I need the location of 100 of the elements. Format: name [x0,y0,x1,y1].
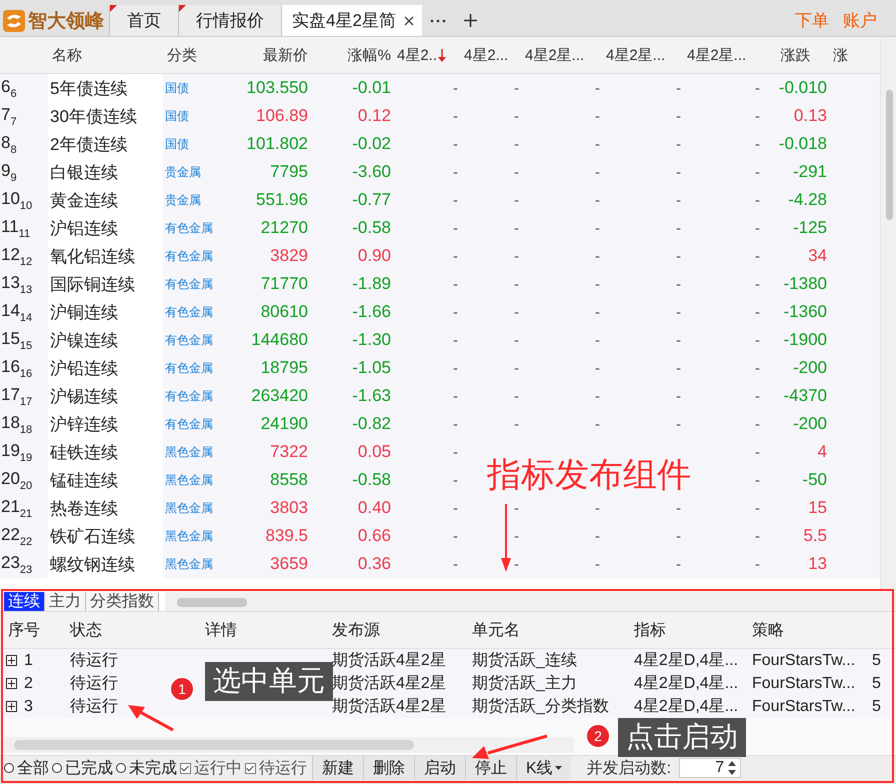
column-header[interactable]: 状态 [70,620,205,640]
checkbox[interactable] [245,762,256,774]
column-header[interactable]: 4星2星... [525,46,584,64]
table-cell: 5 [872,674,881,692]
column-header[interactable]: 详情 [205,620,332,640]
table-cell-text: 黑色金属 [164,444,214,460]
table-cell-text: - [594,80,601,96]
expand-icon[interactable] [6,678,17,689]
table-cell-text: 263420 [250,386,309,406]
toolbar-button[interactable]: 新建 [312,756,363,780]
column-header[interactable]: 涨 [833,46,848,64]
sub-tab[interactable]: 主力 [45,592,86,611]
toolbar-button[interactable]: 启动 [414,756,465,780]
table-cell-text: - [754,220,761,236]
column-header[interactable]: 涨幅% [348,46,391,64]
caret-icon [554,766,562,770]
table-cell: 氧化铝连续 [48,242,163,270]
plus-icon[interactable] [464,14,477,27]
table-cell-text: -200 [792,414,828,434]
table-cell-text: - [452,108,459,124]
table-cell-text: - [513,192,520,208]
column-header[interactable]: 发布源 [332,620,472,640]
table-cell-text: 3829 [269,246,309,266]
table-cell-text: 18795 [260,358,309,378]
filter-option[interactable]: 未完成 [116,758,177,778]
radio-button[interactable] [116,763,126,773]
table-cell-text: - [675,220,682,236]
table-cell-text: -125 [792,218,828,238]
callout-label: 选中单元 [205,662,333,701]
filter-option[interactable]: 运行中 [180,758,242,778]
table-cell-text: - [452,388,459,404]
vertical-scrollbar[interactable] [880,37,896,590]
table-cell-text: - [675,108,682,124]
number-spinner[interactable]: 7 [679,758,742,778]
table-cell: 3 [24,698,33,716]
sub-tab[interactable]: 连续 [4,592,45,611]
table-cell-text: 3803 [269,498,309,518]
filter-option[interactable]: 待运行 [245,758,307,778]
toolbar-button[interactable]: 停止 [465,756,516,780]
column-header[interactable]: 4星2.. [397,46,438,64]
tab[interactable]: 实盘4星2星简 [281,5,422,36]
table-cell-text: 期货活跃4星2星 [332,651,446,671]
table-cell-text: 贵金属 [164,192,202,208]
table-cell-text: -4370 [782,386,828,406]
more-icon[interactable] [430,18,446,22]
column-header[interactable]: 分类 [167,46,197,64]
filter-option[interactable]: 全部 [4,758,49,778]
expand-icon[interactable] [6,655,17,666]
column-header[interactable]: 名称 [52,46,82,64]
radio-button[interactable] [4,763,14,773]
radio-button[interactable] [52,763,62,773]
filter-option[interactable]: 已完成 [52,758,113,778]
table-cell-text: 103.550 [246,78,309,98]
table-cell-text: - [452,332,459,348]
table-cell-text: - [675,136,682,152]
logo-icon [3,10,25,32]
column-header[interactable]: 序号 [8,620,70,640]
dropdown-button[interactable]: K线 [516,756,571,780]
table-cell-text: 4 [816,442,828,462]
table-cell-text: - [675,528,682,544]
table-cell-text: -4.28 [787,190,828,210]
table-cell-text: 4星2星D,4星... [634,651,738,671]
column-header[interactable]: 指标 [634,620,752,640]
expand-icon[interactable] [6,701,17,712]
table-cell-text: - [513,136,520,152]
table-cell: 锰硅连续 [48,466,163,494]
column-header[interactable]: 最新价 [263,46,308,64]
row-number: 13$_{13}$ [0,272,34,296]
column-header[interactable]: 单元名 [472,620,634,640]
horizontal-scrollbar[interactable] [4,737,574,753]
table-cell-text: - [754,80,761,96]
table-cell-text: 21270 [260,218,309,238]
toolbar-button[interactable]: 删除 [363,756,414,780]
column-header[interactable]: 策略 [752,620,872,640]
table-cell-text: - [594,360,601,376]
close-icon[interactable] [404,16,414,26]
table-cell-text: - [594,192,601,208]
column-header[interactable]: 4星2... [464,46,508,64]
sub-tab[interactable]: 分类指数 [86,592,159,611]
table-cell-text: - [754,164,761,180]
tab[interactable]: 行情报价 [178,5,281,36]
spin-arrows-icon[interactable] [728,761,736,775]
table-cell-text: -1.63 [351,386,392,406]
table-cell-text: 34 [807,246,828,266]
column-header[interactable]: 涨跌 [780,46,810,64]
table-cell-text: -0.58 [351,218,392,238]
table-cell-text: - [675,416,682,432]
column-header[interactable]: 4星2星... [687,46,746,64]
sort-arrow-icon[interactable] [438,48,446,62]
table-cell-text: - [675,332,682,348]
table-cell-text: - [452,528,459,544]
table-cell-text: - [754,556,761,572]
row-number: 19$_{19}$ [0,440,34,464]
checkbox[interactable] [180,762,191,774]
tab[interactable]: 首页 [109,5,178,36]
horizontal-scrollbar[interactable] [165,592,896,611]
table-cell-text: 有色金属 [164,332,214,348]
table-cell-text: - [594,332,601,348]
column-header[interactable]: 4星2星... [606,46,666,64]
table-cell-text: - [754,192,761,208]
